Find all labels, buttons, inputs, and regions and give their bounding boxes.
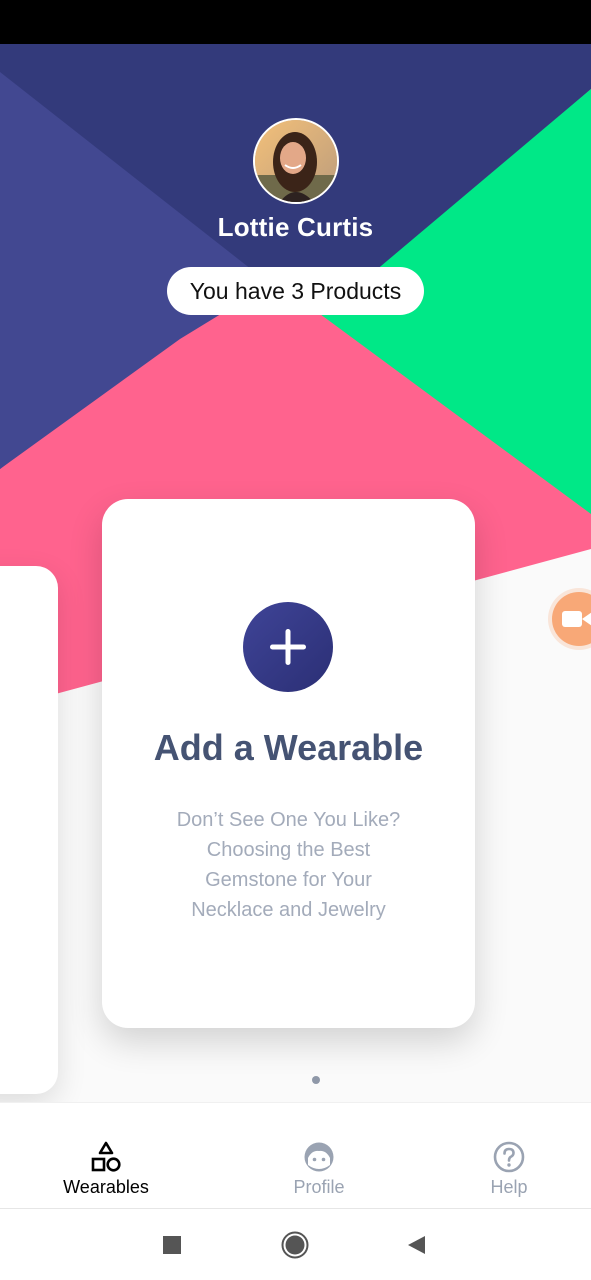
nav-label-wearables: Wearables (63, 1177, 149, 1197)
face-icon (304, 1142, 334, 1172)
nav-item-help[interactable]: Help (439, 1141, 579, 1198)
back-button[interactable] (402, 1231, 430, 1259)
nav-item-profile[interactable]: Profile (249, 1141, 389, 1198)
app-screen: Lottie Curtis You have 3 Products Add a … (0, 0, 591, 1280)
square-icon (163, 1236, 181, 1254)
plus-icon (270, 629, 306, 665)
home-circle-icon (281, 1231, 309, 1259)
nav-item-wearables[interactable]: Wearables (36, 1141, 176, 1198)
nav-label-help: Help (490, 1177, 528, 1197)
recent-apps-button[interactable] (158, 1231, 186, 1259)
add-wearable-card[interactable]: Add a Wearable Don’t See One You Like? C… (102, 499, 475, 1028)
avatar[interactable] (252, 118, 339, 204)
back-triangle-icon (408, 1236, 425, 1254)
system-navigation-bar (0, 1208, 591, 1280)
add-wearable-button[interactable] (243, 602, 333, 692)
question-circle-icon (493, 1141, 525, 1173)
card-title: Add a Wearable (153, 727, 424, 768)
nav-label-profile: Profile (293, 1177, 345, 1197)
bottom-navigation: Wearables Profile Help (0, 1102, 591, 1208)
shapes-icon (91, 1141, 121, 1172)
user-name: Lottie Curtis (217, 212, 374, 242)
status-bar (0, 0, 591, 44)
card-description: Don’t See One You Like? Choosing the Bes… (176, 809, 401, 921)
products-count-badge[interactable]: You have 3 Products (166, 267, 425, 315)
home-button[interactable] (281, 1231, 309, 1259)
previous-product-card[interactable] (0, 566, 58, 1094)
video-camera-icon (562, 611, 591, 627)
carousel-page-indicator (312, 1076, 320, 1084)
user-profile-header: Lottie Curtis You have 3 Products (0, 118, 591, 315)
